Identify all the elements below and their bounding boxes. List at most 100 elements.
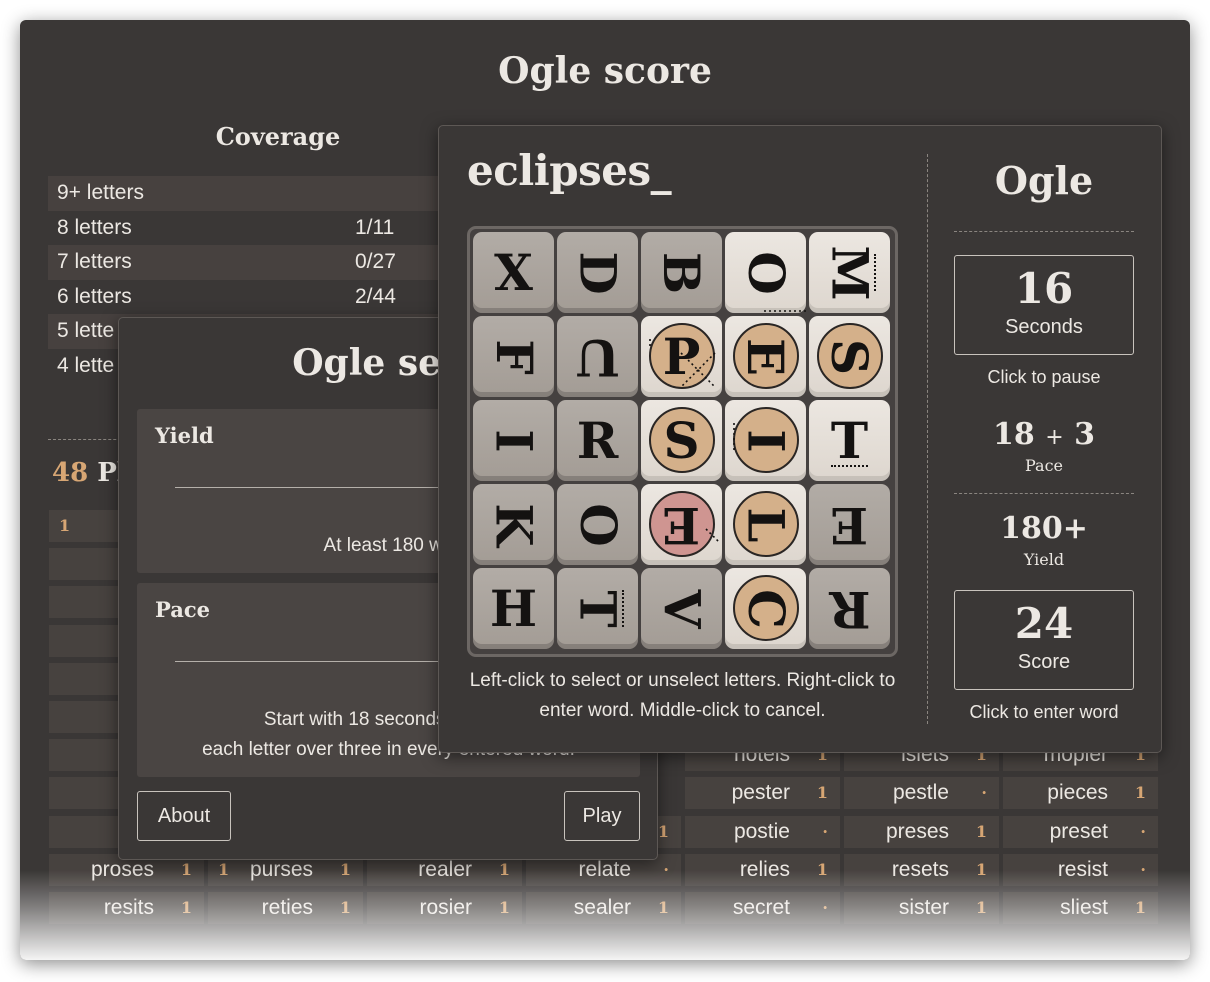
divider	[927, 154, 928, 724]
plays-count: 48	[52, 458, 89, 488]
letter-tile[interactable]: F	[473, 316, 554, 397]
pause-hint: Click to pause	[987, 367, 1101, 387]
coverage-value: 1/11	[355, 215, 395, 239]
tile-letter: M	[820, 244, 880, 301]
letter-tile[interactable]: E	[809, 484, 890, 565]
word-text: preset	[1049, 819, 1108, 843]
enter-hint: Click to enter word	[969, 702, 1119, 722]
word-cell[interactable]: pieces 1	[1003, 777, 1158, 810]
letter-tile[interactable]: E	[725, 316, 806, 397]
divider	[954, 231, 1134, 232]
pace-bonus: 3	[1074, 417, 1095, 452]
tile-letter: E	[736, 337, 796, 376]
about-button[interactable]: About	[137, 791, 231, 841]
tile-letter: T	[830, 410, 869, 470]
letter-tile[interactable]: V	[641, 568, 722, 649]
help-text: Left-click to select or unselect letters…	[469, 670, 896, 721]
score-value: 24	[1014, 599, 1074, 648]
pace-title: Pace	[155, 597, 210, 622]
word-rank: 1	[657, 821, 669, 841]
letter-tile[interactable]: T	[557, 568, 638, 649]
letter-tile[interactable]: O	[557, 484, 638, 565]
letter-tile[interactable]: R	[557, 400, 638, 481]
tile-letter: S	[663, 410, 700, 470]
word-cell[interactable]: pestle ·	[844, 777, 999, 810]
letter-tile[interactable]: L	[725, 484, 806, 565]
word-cell[interactable]: preses 1	[844, 815, 999, 848]
tile-letter: O	[736, 250, 796, 295]
pace-base: 18	[993, 417, 1035, 452]
tile-letter: H	[489, 578, 538, 638]
letter-tile[interactable]: R	[809, 568, 890, 649]
current-word: eclipses_	[467, 146, 672, 195]
pace-label: Pace	[1024, 456, 1063, 475]
word-text: pieces	[1047, 781, 1108, 805]
pace-stat: 18 + 3 Pace	[954, 420, 1134, 476]
word-rank-left: 1	[59, 516, 71, 535]
orientation-marker	[622, 590, 624, 627]
letter-tile[interactable]: S	[641, 400, 722, 481]
letter-tile[interactable]: H	[473, 568, 554, 649]
letter-tile[interactable]: X	[473, 232, 554, 313]
coverage-label: 8 letters	[57, 215, 132, 239]
letter-tile[interactable]: O	[725, 232, 806, 313]
orientation-marker	[874, 254, 876, 291]
tile-letter: O	[568, 502, 628, 547]
word-text: postie	[733, 819, 790, 843]
score-button[interactable]: 24 Score	[954, 590, 1134, 690]
letter-tile[interactable]: T	[809, 400, 890, 481]
coverage-label: 7 letters	[57, 250, 132, 274]
yield-stat: 180+ Yield	[954, 511, 1134, 570]
letter-tile[interactable]: P	[641, 316, 722, 397]
seconds-label: Seconds	[1005, 316, 1083, 338]
letter-tile[interactable]: U	[557, 316, 638, 397]
tile-letter: S	[820, 338, 880, 375]
orientation-marker	[831, 465, 868, 467]
play-button[interactable]: Play	[564, 791, 640, 841]
word-text: pester	[731, 781, 790, 805]
seconds-button[interactable]: 16 Seconds	[954, 255, 1134, 355]
word-text: preses	[885, 819, 949, 843]
letter-tile[interactable]: S	[809, 316, 890, 397]
letter-tile[interactable]: I	[473, 400, 554, 481]
game-title: Ogle	[994, 158, 1094, 203]
tile-letter: F	[484, 338, 544, 375]
tile-letter: C	[736, 588, 796, 629]
tile-letter: E	[830, 495, 869, 555]
tile-letter: R	[828, 579, 871, 639]
word-rank: ·	[822, 821, 828, 841]
tile-letter: R	[576, 410, 619, 470]
score-title: Ogle score	[498, 50, 712, 92]
letter-board: XDBOMFUPESIRSITKOELEHTVCR	[467, 226, 898, 657]
letter-tile[interactable]: B	[641, 232, 722, 313]
word-cell[interactable]: preset ·	[1003, 815, 1158, 848]
tile-letter: K	[484, 502, 544, 547]
yield-value: 180+	[1000, 511, 1088, 546]
tile-letter: B	[652, 251, 712, 294]
divider	[954, 493, 1134, 494]
letter-tile[interactable]: E	[641, 484, 722, 565]
yield-title: Yield	[155, 423, 214, 448]
tile-letter: E	[662, 495, 701, 555]
tile-letter: I	[484, 428, 544, 453]
word-cell[interactable]: pester 1	[685, 777, 840, 810]
word-rank: 1	[1134, 783, 1146, 803]
game-window: eclipses_ XDBOMFUPESIRSITKOELEHTVCR Left…	[438, 125, 1162, 753]
coverage-label: 6 letters	[57, 284, 132, 308]
pace-value: 18 + 3	[954, 420, 1134, 450]
seconds-value: 16	[1014, 264, 1074, 313]
letter-tile[interactable]: I	[725, 400, 806, 481]
word-text: pestle	[892, 781, 949, 805]
tile-letter: V	[652, 589, 712, 628]
score-label: Score	[1017, 651, 1071, 673]
letter-tile[interactable]: K	[473, 484, 554, 565]
tile-letter: P	[662, 326, 701, 386]
letter-tile[interactable]: C	[725, 568, 806, 649]
word-rank: ·	[1140, 821, 1146, 841]
yield-label: Yield	[1023, 550, 1065, 569]
tile-letter: I	[736, 428, 796, 453]
letter-tile[interactable]: D	[557, 232, 638, 313]
word-cell[interactable]: postie ·	[685, 815, 840, 848]
tile-letter: L	[736, 506, 796, 543]
letter-tile[interactable]: M	[809, 232, 890, 313]
